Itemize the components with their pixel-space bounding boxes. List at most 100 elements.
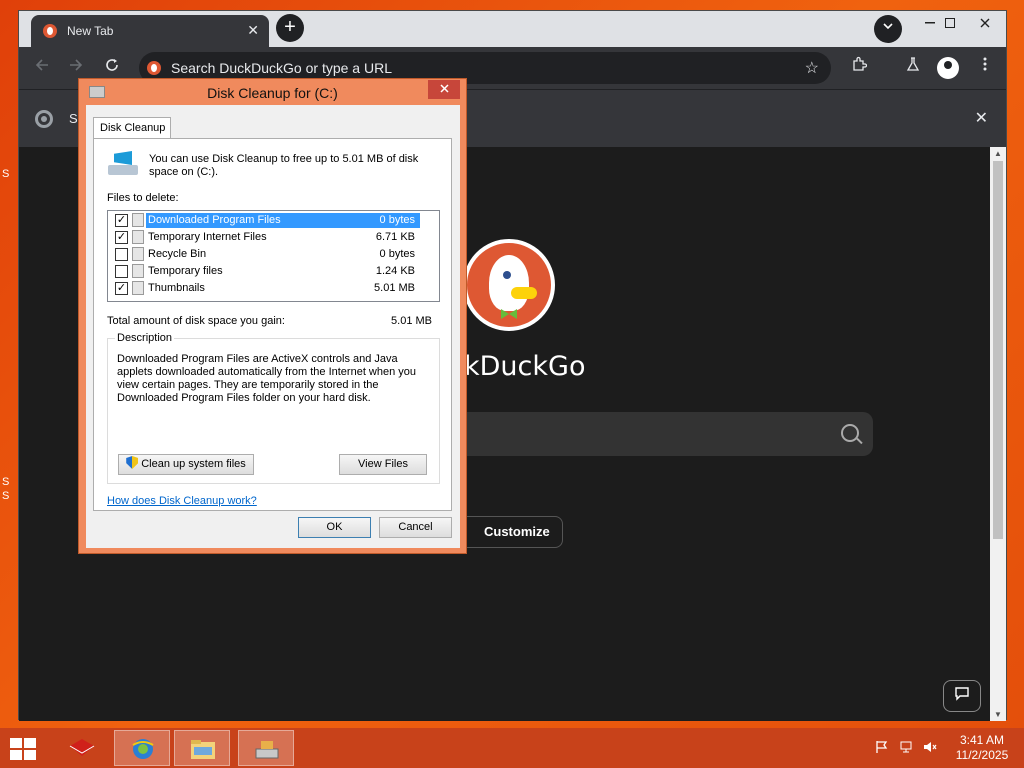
scroll-up-arrow-icon[interactable]: ▲ bbox=[994, 149, 1002, 158]
puzzle-icon bbox=[853, 56, 868, 71]
close-window-button[interactable] bbox=[966, 11, 1004, 35]
browser-titlebar: New Tab ✕ + bbox=[19, 11, 1006, 47]
flask-icon bbox=[906, 57, 920, 71]
infobar-close-icon[interactable]: ✕ bbox=[975, 108, 988, 128]
total-space-value: 5.01 MB bbox=[391, 315, 432, 327]
chrome-logo-icon bbox=[35, 110, 53, 128]
clean-up-system-files-button[interactable]: Clean up system files bbox=[118, 454, 254, 475]
forward-button[interactable] bbox=[65, 57, 87, 79]
duck-eye bbox=[503, 271, 511, 279]
back-button[interactable] bbox=[31, 57, 53, 79]
dialog-title: Disk Cleanup for (C:) bbox=[207, 85, 338, 101]
forward-arrow-icon bbox=[70, 59, 83, 71]
help-link[interactable]: How does Disk Cleanup work? bbox=[107, 495, 257, 507]
disk-cleanup-icon bbox=[255, 741, 279, 759]
list-item[interactable]: ✓ Downloaded Program Files 0 bytes bbox=[108, 212, 439, 229]
taskbar-app-disk-cleanup[interactable] bbox=[238, 730, 294, 766]
windows-logo-icon bbox=[24, 750, 36, 760]
ok-button[interactable]: OK bbox=[298, 517, 371, 538]
tab-search-button[interactable] bbox=[874, 15, 902, 43]
tab-close-icon[interactable]: ✕ bbox=[247, 22, 259, 39]
file-checkbox[interactable]: ✓ bbox=[115, 231, 128, 244]
file-size: 6.71 KB bbox=[375, 231, 415, 243]
system-clock[interactable]: 3:41 AM 11/2/2025 bbox=[950, 733, 1014, 763]
tab-new-tab[interactable]: New Tab ✕ bbox=[31, 15, 269, 47]
taskbar: 3:41 AM 11/2/2025 bbox=[0, 728, 1024, 768]
reload-icon bbox=[106, 59, 118, 71]
duckduckgo-wordmark: kDuckGo bbox=[464, 351, 586, 382]
scroll-down-arrow-icon[interactable]: ▼ bbox=[994, 710, 1002, 719]
view-files-button[interactable]: View Files bbox=[339, 454, 427, 475]
menu-button[interactable] bbox=[973, 56, 997, 80]
infobar-text: S bbox=[69, 111, 78, 126]
desktop-edge-text: S bbox=[2, 476, 10, 488]
reload-button[interactable] bbox=[101, 57, 123, 79]
taskbar-app-toolbox[interactable] bbox=[54, 730, 110, 766]
file-type-icon bbox=[132, 281, 144, 295]
duckduckgo-logo bbox=[463, 239, 555, 331]
cancel-button[interactable]: Cancel bbox=[379, 517, 452, 538]
kebab-menu-icon bbox=[983, 57, 987, 71]
back-arrow-icon bbox=[35, 59, 48, 71]
duckduckgo-favicon-icon bbox=[43, 24, 57, 38]
chat-bubble-icon bbox=[955, 687, 969, 701]
extensions-button[interactable] bbox=[847, 56, 871, 80]
disk-cleanup-dialog: Disk Cleanup for (C:) Disk Cleanup You c… bbox=[78, 78, 467, 554]
dialog-titlebar[interactable]: Disk Cleanup for (C:) bbox=[79, 79, 466, 105]
file-name: Temporary Internet Files bbox=[148, 231, 267, 243]
page-scrollbar[interactable]: ▲ ▼ bbox=[990, 147, 1006, 721]
description-text: Downloaded Program Files are ActiveX con… bbox=[117, 353, 417, 404]
drive-icon bbox=[108, 151, 140, 177]
clean-up-system-files-label: Clean up system files bbox=[141, 458, 246, 470]
desktop-edge-text: S bbox=[2, 490, 10, 502]
file-checkbox[interactable] bbox=[115, 248, 128, 261]
file-checkbox[interactable]: ✓ bbox=[115, 282, 128, 295]
chevron-down-icon bbox=[883, 23, 893, 30]
file-checkbox[interactable] bbox=[115, 265, 128, 278]
tab-disk-cleanup[interactable]: Disk Cleanup bbox=[93, 117, 171, 139]
description-group: Description Downloaded Program Files are… bbox=[107, 332, 440, 484]
customize-label: Customize bbox=[484, 524, 550, 539]
feedback-button[interactable] bbox=[943, 680, 981, 712]
list-item[interactable]: Temporary files 1.24 KB bbox=[108, 263, 439, 280]
file-checkbox[interactable]: ✓ bbox=[115, 214, 128, 227]
volume-muted-icon[interactable] bbox=[922, 740, 938, 756]
uac-shield-icon bbox=[126, 456, 139, 469]
list-item[interactable]: ✓ Thumbnails 5.01 MB bbox=[108, 280, 439, 297]
profile-avatar[interactable] bbox=[937, 57, 959, 79]
list-item[interactable]: Recycle Bin 0 bytes bbox=[108, 246, 439, 263]
start-button[interactable] bbox=[10, 738, 38, 760]
clock-date: 11/2/2025 bbox=[955, 748, 1009, 762]
action-center-flag-icon[interactable] bbox=[874, 740, 890, 756]
toolbox-icon bbox=[69, 739, 95, 756]
windows-logo-icon bbox=[10, 738, 22, 748]
file-size: 5.01 MB bbox=[374, 282, 415, 294]
folder-icon bbox=[191, 740, 215, 759]
ddg-search-box[interactable] bbox=[449, 412, 873, 456]
file-type-icon bbox=[132, 264, 144, 278]
files-list[interactable]: ✓ Downloaded Program Files 0 bytes ✓ Tem… bbox=[107, 210, 440, 302]
maximize-button[interactable] bbox=[931, 11, 969, 35]
maximize-icon bbox=[945, 18, 955, 28]
taskbar-app-browser[interactable] bbox=[114, 730, 170, 766]
labs-button[interactable] bbox=[901, 56, 925, 80]
network-icon[interactable] bbox=[898, 740, 914, 756]
bookmark-star-icon[interactable]: ☆ bbox=[805, 58, 819, 78]
list-item[interactable]: ✓ Temporary Internet Files 6.71 KB bbox=[108, 229, 439, 246]
new-tab-button[interactable]: + bbox=[276, 14, 304, 42]
scrollbar-thumb[interactable] bbox=[993, 161, 1003, 539]
files-to-delete-label: Files to delete: bbox=[107, 192, 179, 204]
close-icon bbox=[980, 18, 990, 28]
total-space-label: Total amount of disk space you gain: bbox=[107, 315, 285, 327]
dialog-close-button[interactable] bbox=[428, 80, 460, 99]
browser-globe-icon bbox=[132, 739, 154, 759]
close-icon bbox=[439, 84, 449, 93]
windows-logo-icon bbox=[10, 750, 22, 760]
address-bar-placeholder: Search DuckDuckGo or type a URL bbox=[171, 60, 392, 76]
desktop-edge-text: S bbox=[2, 168, 10, 180]
file-size: 0 bytes bbox=[379, 248, 415, 260]
file-type-icon bbox=[132, 213, 144, 227]
taskbar-app-file-explorer[interactable] bbox=[174, 730, 230, 766]
dialog-body: Disk Cleanup You can use Disk Cleanup to… bbox=[86, 105, 460, 548]
search-icon[interactable] bbox=[841, 424, 859, 442]
